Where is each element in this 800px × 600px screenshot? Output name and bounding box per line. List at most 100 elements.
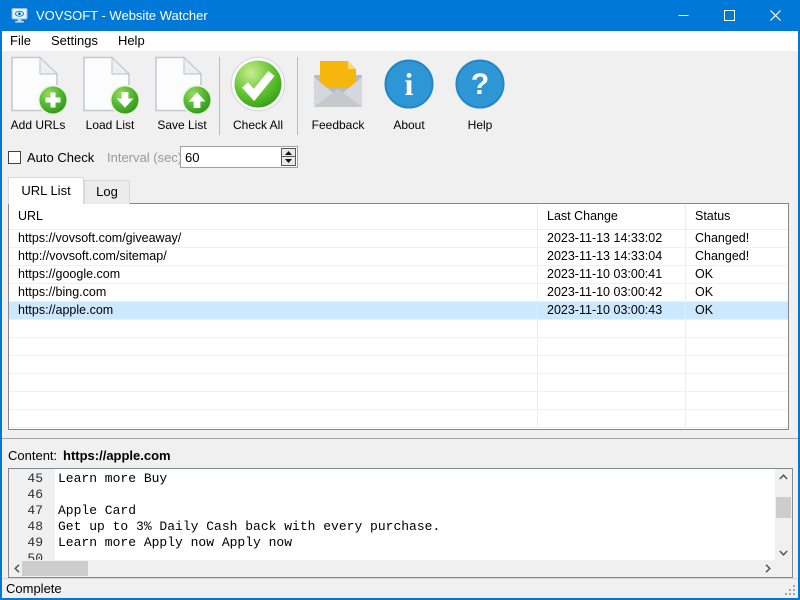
app-window: VOVSOFT - Website Watcher File Settings … xyxy=(0,0,800,600)
scrollbar-up-button[interactable] xyxy=(775,469,792,484)
cell-url: https://apple.com xyxy=(9,302,538,319)
minimize-button[interactable] xyxy=(660,0,706,31)
tab-url-list[interactable]: URL List xyxy=(8,177,84,204)
toolbar-button-load-list[interactable]: Load List xyxy=(76,55,144,139)
interval-label: Interval (sec): xyxy=(107,150,186,165)
info-circle-icon: i xyxy=(380,55,438,113)
auto-check-checkbox[interactable] xyxy=(8,151,21,164)
line-text: Learn more Buy xyxy=(49,471,167,487)
cell-last-change: 2023-11-13 14:33:02 xyxy=(538,230,686,247)
content-label: Content: xyxy=(8,448,57,463)
column-header-url[interactable]: URL xyxy=(9,204,538,229)
scrollbar-down-button[interactable] xyxy=(775,545,792,560)
line-number: 50 xyxy=(9,551,49,560)
spin-down-button[interactable] xyxy=(282,157,295,165)
table-row[interactable]: https://google.com 2023-11-10 03:00:41 O… xyxy=(9,266,788,284)
line-text: Apple Card xyxy=(49,503,136,519)
table-empty-row xyxy=(9,356,788,374)
toolbar-button-save-list[interactable]: Save List xyxy=(148,55,216,139)
close-icon xyxy=(770,10,781,21)
menu-item-help[interactable]: Help xyxy=(108,31,155,51)
content-viewer[interactable]: 45 Learn more Buy 46 47 Apple Card 48 Ge… xyxy=(8,468,793,578)
table-empty-row xyxy=(9,320,788,338)
interval-spin-buttons xyxy=(281,148,296,166)
menu-item-settings[interactable]: Settings xyxy=(41,31,108,51)
maximize-button[interactable] xyxy=(706,0,752,31)
table-row[interactable]: http://vovsoft.com/sitemap/ 2023-11-13 1… xyxy=(9,248,788,266)
scrollbar-thumb[interactable] xyxy=(22,561,88,576)
cell-status: OK xyxy=(686,302,788,319)
table-empty-row xyxy=(9,410,788,428)
horizontal-scrollbar[interactable] xyxy=(9,560,775,577)
chevron-up-icon xyxy=(779,474,788,480)
document-download-icon xyxy=(81,55,139,113)
tab-log[interactable]: Log xyxy=(84,180,130,204)
toolbar: Add URLs Load List xyxy=(2,51,798,143)
column-header-last-change[interactable]: Last Change xyxy=(538,204,686,229)
toolbar-button-add-urls[interactable]: Add URLs xyxy=(4,55,72,139)
document-upload-icon xyxy=(153,55,211,113)
code-area: 45 Learn more Buy 46 47 Apple Card 48 Ge… xyxy=(9,469,775,560)
toolbar-separator xyxy=(219,57,220,135)
scrollbar-corner xyxy=(775,560,792,577)
cell-url: https://google.com xyxy=(9,266,538,283)
toolbar-button-label: Save List xyxy=(157,118,206,132)
resize-grip-icon[interactable] xyxy=(784,584,795,595)
vertical-scrollbar[interactable] xyxy=(775,469,792,560)
code-line: 48 Get up to 3% Daily Cash back with eve… xyxy=(9,519,775,535)
splitter[interactable] xyxy=(2,438,798,439)
scrollbar-right-button[interactable] xyxy=(760,560,775,577)
table-row[interactable]: https://bing.com 2023-11-10 03:00:42 OK xyxy=(9,284,788,302)
chevron-right-icon xyxy=(765,564,771,573)
code-line: 50 xyxy=(9,551,775,560)
menu-item-file[interactable]: File xyxy=(2,31,41,51)
content-url: https://apple.com xyxy=(63,448,171,463)
document-plus-icon xyxy=(9,55,67,113)
toolbar-button-help[interactable]: ? Help xyxy=(446,55,514,139)
url-table: URL Last Change Status https://vovsoft.c… xyxy=(8,203,789,430)
svg-text:i: i xyxy=(405,66,414,102)
toolbar-button-label: About xyxy=(393,118,424,132)
line-number: 49 xyxy=(9,535,49,551)
table-empty-row xyxy=(9,392,788,410)
triangle-up-icon xyxy=(285,151,292,155)
scrollbar-thumb[interactable] xyxy=(776,497,791,518)
toolbar-button-label: Help xyxy=(468,118,493,132)
status-text: Complete xyxy=(6,580,62,598)
line-text xyxy=(49,487,58,503)
titlebar[interactable]: VOVSOFT - Website Watcher xyxy=(2,0,798,31)
cell-status: Changed! xyxy=(686,230,788,247)
check-circle-icon xyxy=(229,55,287,113)
app-icon xyxy=(11,7,28,24)
line-number: 45 xyxy=(9,471,49,487)
cell-last-change: 2023-11-10 03:00:42 xyxy=(538,284,686,301)
line-number: 46 xyxy=(9,487,49,503)
toolbar-button-feedback[interactable]: Feedback xyxy=(304,55,372,139)
code-line: 45 Learn more Buy xyxy=(9,471,775,487)
spin-up-button[interactable] xyxy=(282,149,295,157)
chevron-left-icon xyxy=(14,564,20,573)
cell-url: https://bing.com xyxy=(9,284,538,301)
column-header-status[interactable]: Status xyxy=(686,204,788,229)
close-button[interactable] xyxy=(752,0,798,31)
auto-check-label: Auto Check xyxy=(27,150,94,165)
cell-status: Changed! xyxy=(686,248,788,265)
toolbar-button-label: Check All xyxy=(233,118,283,132)
toolbar-button-label: Add URLs xyxy=(11,118,66,132)
cell-last-change: 2023-11-10 03:00:41 xyxy=(538,266,686,283)
toolbar-button-about[interactable]: i About xyxy=(375,55,443,139)
caption-buttons xyxy=(660,0,798,31)
toolbar-separator xyxy=(297,57,298,135)
table-row[interactable]: https://vovsoft.com/giveaway/ 2023-11-13… xyxy=(9,230,788,248)
interval-input[interactable] xyxy=(181,147,281,167)
table-header: URL Last Change Status xyxy=(9,204,788,230)
toolbar-button-check-all[interactable]: Check All xyxy=(224,55,292,139)
line-number: 48 xyxy=(9,519,49,535)
envelope-icon xyxy=(309,55,367,113)
code-line: 49 Learn more Apply now Apply now xyxy=(9,535,775,551)
question-circle-icon: ? xyxy=(451,55,509,113)
code-line: 47 Apple Card xyxy=(9,503,775,519)
line-text: Learn more Apply now Apply now xyxy=(49,535,292,551)
minimize-icon xyxy=(678,10,689,21)
table-row-selected[interactable]: https://apple.com 2023-11-10 03:00:43 OK xyxy=(9,302,788,320)
